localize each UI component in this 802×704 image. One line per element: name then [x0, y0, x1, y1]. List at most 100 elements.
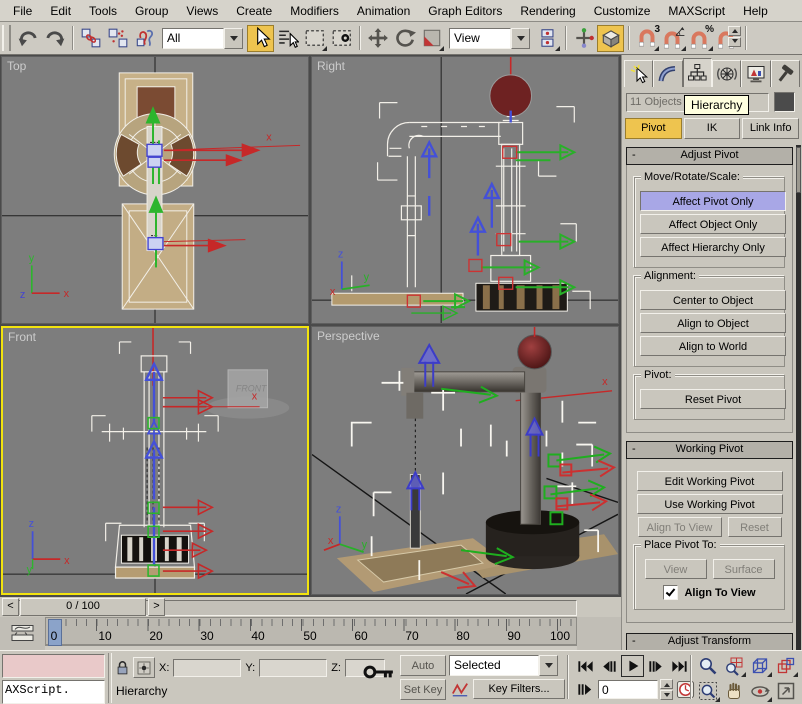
bind-to-space-warp-button[interactable]: [131, 25, 158, 52]
next-frame-arrow[interactable]: >: [148, 598, 165, 616]
edit-working-pivot-button[interactable]: Edit Working Pivot: [636, 471, 783, 491]
snaps-toggle-button[interactable]: 3: [633, 24, 660, 52]
affect-pivot-only-button[interactable]: Affect Pivot Only: [640, 191, 786, 211]
undo-button[interactable]: [14, 25, 41, 52]
menu-graph-editors[interactable]: Graph Editors: [419, 1, 511, 21]
reference-coordinate-system-dropdown[interactable]: View: [449, 27, 530, 49]
object-color-swatch[interactable]: [774, 92, 795, 112]
zoom-extents-all-button[interactable]: [773, 653, 799, 678]
keyboard-shortcut-override-toggle[interactable]: [597, 24, 624, 52]
reset-working-pivot-button[interactable]: Reset: [727, 517, 782, 537]
center-to-object-button[interactable]: Center to Object: [640, 290, 786, 310]
set-keys-button[interactable]: [362, 659, 396, 685]
align-to-view-checkbox[interactable]: [663, 585, 679, 600]
auto-key-button[interactable]: Auto Key: [400, 654, 446, 692]
key-selection-arrow[interactable]: [539, 654, 558, 676]
menu-edit[interactable]: Edit: [41, 1, 80, 21]
rectangular-selection-region-button[interactable]: [301, 25, 328, 52]
key-filters-button[interactable]: Key Filters...: [473, 679, 565, 699]
current-frame-field[interactable]: [598, 680, 658, 699]
subtab-ik[interactable]: IK: [683, 118, 741, 139]
tab-create[interactable]: [624, 60, 654, 87]
scrollbar-thumb[interactable]: [796, 147, 801, 193]
menu-customize[interactable]: Customize: [585, 1, 660, 21]
select-object-button[interactable]: [247, 24, 274, 52]
select-and-scale-button[interactable]: [418, 25, 445, 52]
menu-views[interactable]: Views: [177, 1, 227, 21]
go-to-start-button[interactable]: [575, 656, 596, 676]
rollout-adjust-pivot-header[interactable]: - Adjust Pivot: [626, 147, 793, 165]
window-crossing-toggle-button[interactable]: [328, 25, 355, 52]
coord-system-arrow[interactable]: [511, 27, 530, 49]
selection-filter-dropdown[interactable]: All: [162, 27, 243, 49]
key-selection-dropdown[interactable]: Selected: [449, 654, 558, 676]
maxscript-mini-listener[interactable]: AXScript.: [2, 654, 105, 704]
percent-snap-toggle-button[interactable]: %: [687, 24, 714, 52]
zoom-button[interactable]: [695, 653, 721, 678]
align-to-world-button[interactable]: Align to World: [640, 336, 786, 356]
previous-frame-arrow[interactable]: <: [2, 598, 19, 616]
reset-pivot-button[interactable]: Reset Pivot: [640, 389, 786, 409]
x-coordinate-field[interactable]: [173, 658, 242, 677]
toolbar-grip[interactable]: [2, 25, 11, 51]
default-in-out-tangents-button[interactable]: [449, 679, 470, 699]
menu-modifiers[interactable]: Modifiers: [281, 1, 348, 21]
menu-help[interactable]: Help: [734, 1, 777, 21]
viewport-front[interactable]: Front FRONT x z x y: [1, 326, 309, 595]
maximize-viewport-toggle[interactable]: [773, 678, 799, 703]
orbit-button[interactable]: [747, 678, 773, 703]
y-coordinate-field[interactable]: [259, 658, 328, 677]
open-mini-curve-editor-button[interactable]: [4, 620, 42, 646]
use-working-pivot-button[interactable]: Use Working Pivot: [636, 494, 783, 514]
viewport-perspective[interactable]: Perspective x z y x: [311, 326, 619, 595]
menu-file[interactable]: File: [4, 1, 41, 21]
tab-utilities[interactable]: [770, 60, 800, 87]
selection-lock-toggle[interactable]: [113, 658, 131, 676]
redo-button[interactable]: [41, 25, 68, 52]
absolute-offset-toggle[interactable]: [133, 657, 155, 678]
previous-frame-button[interactable]: [598, 656, 619, 676]
menu-maxscript[interactable]: MAXScript: [659, 1, 734, 21]
zoom-region-button[interactable]: [695, 678, 721, 703]
unlink-selection-button[interactable]: [104, 25, 131, 52]
align-to-object-button[interactable]: Align to Object: [640, 313, 786, 333]
viewport-right-label[interactable]: Right: [317, 59, 345, 73]
next-frame-button[interactable]: [646, 656, 667, 676]
selection-filter-arrow[interactable]: [224, 27, 243, 49]
tab-motion[interactable]: [711, 60, 742, 87]
angle-snap-toggle-button[interactable]: [660, 25, 687, 52]
menu-create[interactable]: Create: [227, 1, 281, 21]
menu-tools[interactable]: Tools: [80, 1, 126, 21]
tab-modify[interactable]: [653, 60, 683, 87]
use-center-flyout-button[interactable]: [534, 25, 561, 52]
viewport-top[interactable]: Top x y x z: [1, 56, 309, 324]
select-and-link-button[interactable]: [77, 25, 104, 52]
subtab-pivot[interactable]: Pivot: [625, 118, 682, 139]
set-key-button[interactable]: Set Key: [400, 678, 446, 700]
play-animation-button[interactable]: [621, 655, 644, 677]
menu-animation[interactable]: Animation: [348, 1, 419, 21]
select-by-name-button[interactable]: [274, 25, 301, 52]
listener-script-row[interactable]: AXScript.: [2, 680, 105, 704]
select-and-manipulate-button[interactable]: [570, 25, 597, 52]
frame-spinner-down[interactable]: [660, 690, 673, 700]
zoom-extents-button[interactable]: [747, 653, 773, 678]
rollout-adjust-transform-header[interactable]: - Adjust Transform: [626, 633, 793, 651]
time-slider-thumb[interactable]: 0 / 100: [20, 598, 146, 616]
viewport-top-label[interactable]: Top: [7, 59, 26, 73]
pan-view-button[interactable]: [721, 678, 747, 703]
tab-hierarchy[interactable]: [682, 58, 712, 87]
rollout-working-pivot-header[interactable]: - Working Pivot: [626, 441, 793, 459]
affect-object-only-button[interactable]: Affect Object Only: [640, 214, 786, 234]
time-configuration-button[interactable]: [675, 680, 696, 700]
subtab-link-info[interactable]: Link Info: [742, 118, 800, 139]
tab-display[interactable]: [741, 60, 771, 87]
zoom-all-button[interactable]: [721, 653, 747, 678]
viewport-perspective-label[interactable]: Perspective: [317, 329, 380, 343]
select-and-move-button[interactable]: [364, 25, 391, 52]
viewport-right[interactable]: Right z y x: [311, 56, 619, 324]
align-to-view-button[interactable]: Align To View: [637, 517, 722, 537]
key-mode-toggle-button[interactable]: [575, 680, 596, 700]
menu-rendering[interactable]: Rendering: [511, 1, 584, 21]
frame-spinner-up[interactable]: [660, 679, 673, 689]
